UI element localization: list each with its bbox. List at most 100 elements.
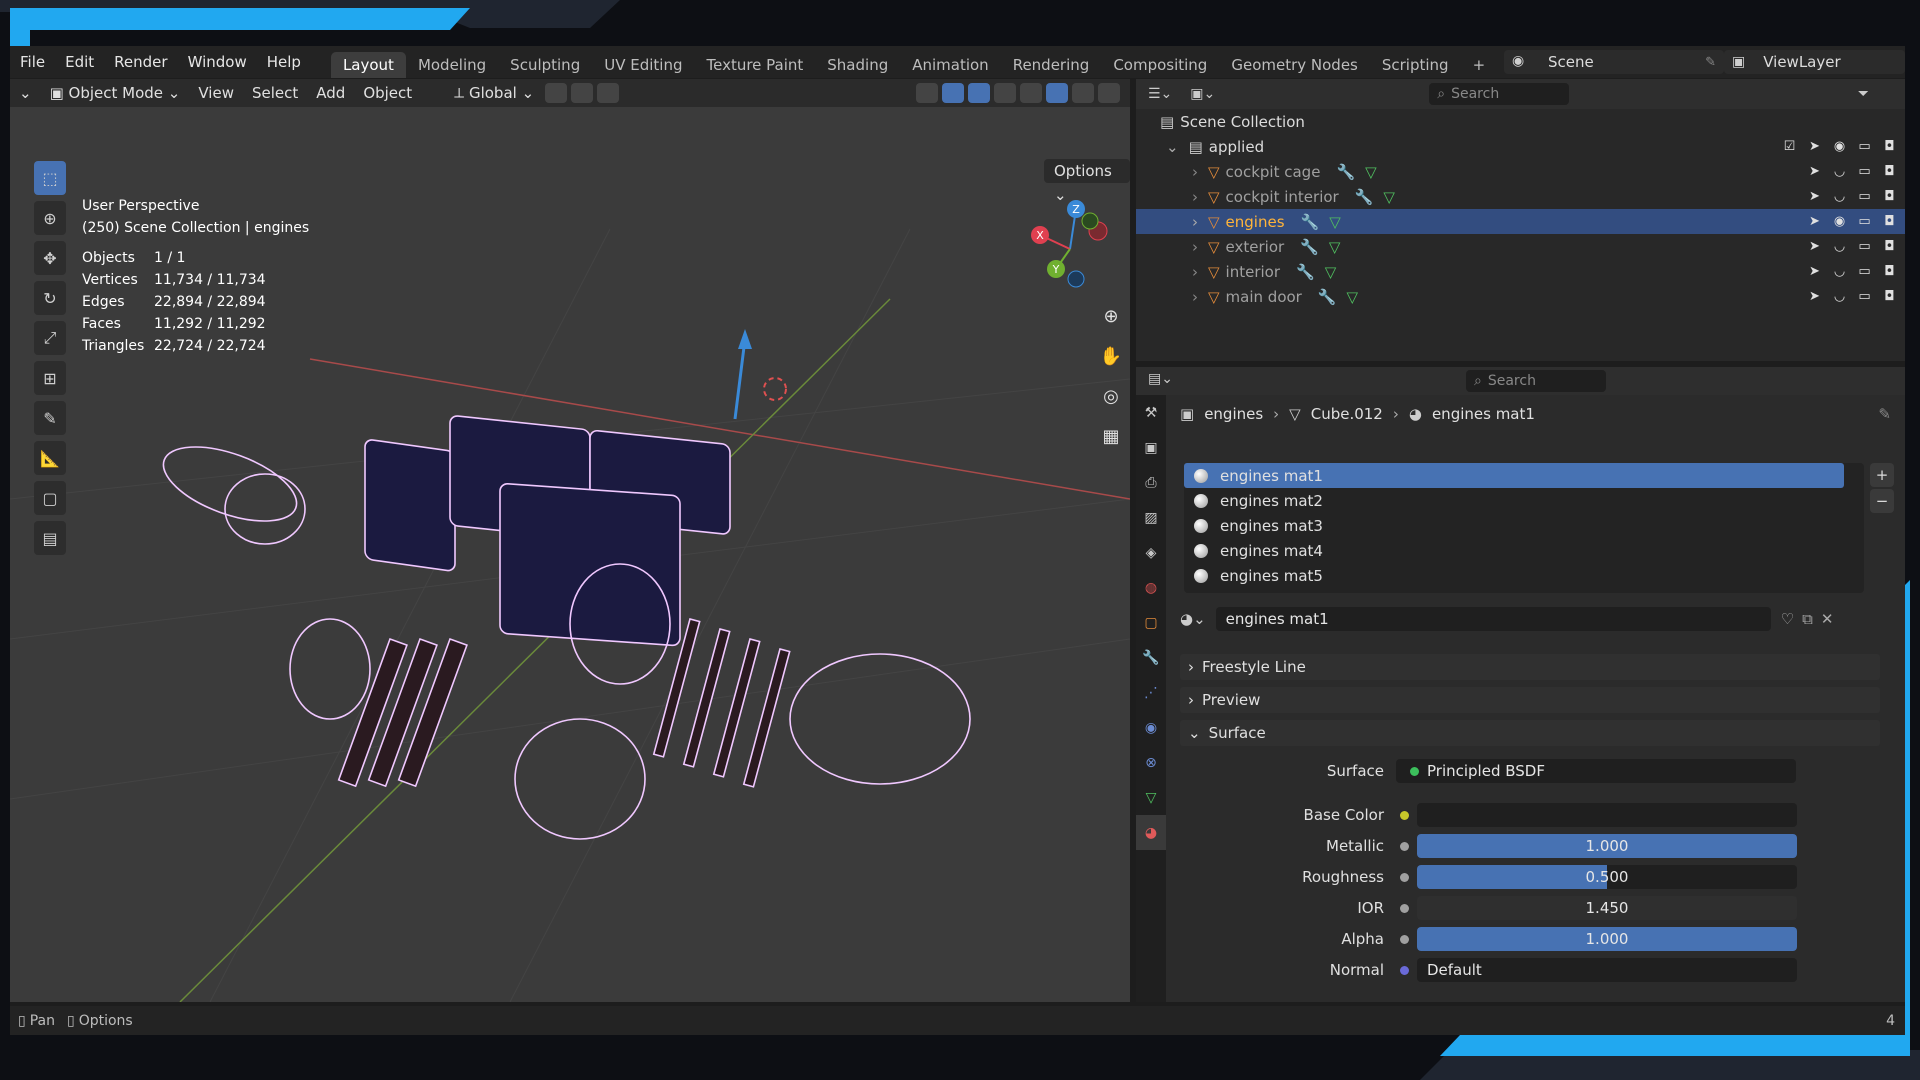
menu-object[interactable]: Object [354, 79, 421, 107]
material-name-field[interactable]: engines mat1 [1215, 607, 1771, 631]
world-tab-icon[interactable]: ◍ [1136, 570, 1166, 605]
mode-selector[interactable]: ▣ Object Mode ⌄ [41, 79, 190, 107]
scene-selector[interactable]: ◉ Scene ✎ [1504, 50, 1724, 74]
checkbox-icon[interactable]: ☑ [1782, 139, 1797, 154]
eye-closed-icon[interactable]: ◡ [1832, 289, 1847, 304]
solid-shading-icon[interactable] [1046, 83, 1068, 103]
render-tab-icon[interactable]: ▣ [1136, 430, 1166, 465]
view-layer-selector[interactable]: ▣ ViewLayer [1724, 50, 1905, 74]
render-camera-icon[interactable]: ◘ [1882, 214, 1897, 229]
particles-tab-icon[interactable]: ⋰ [1136, 675, 1166, 710]
monitor-icon[interactable]: ▭ [1857, 239, 1872, 254]
roughness-slider[interactable]: 0.500 [1417, 865, 1797, 889]
options-button[interactable]: Options ⌄ [1044, 159, 1130, 204]
tab-uv-editing[interactable]: UV Editing [592, 52, 694, 78]
socket-dot[interactable] [1400, 872, 1409, 882]
chevron-right-icon[interactable]: › [1192, 288, 1198, 306]
pivot-icon[interactable] [545, 83, 568, 103]
render-camera-icon[interactable]: ◘ [1882, 164, 1897, 179]
transform-tool-icon[interactable]: ⊞ [34, 361, 66, 395]
editor-type-button[interactable]: ⌄ [10, 79, 41, 107]
ior-field[interactable]: 1.450 [1417, 896, 1797, 920]
pan-hand-icon[interactable]: ✋ [1096, 341, 1126, 371]
gizmo-toggle-icon[interactable] [942, 83, 964, 103]
tab-texture-paint[interactable]: Texture Paint [694, 52, 815, 78]
rotate-tool-icon[interactable]: ↻ [34, 281, 66, 315]
add-workspace-button[interactable]: + [1461, 52, 1498, 78]
close-icon[interactable]: ✕ [1821, 610, 1834, 628]
socket-dot[interactable] [1400, 903, 1409, 913]
monitor-icon[interactable]: ▭ [1857, 214, 1872, 229]
socket-dot[interactable] [1400, 841, 1409, 851]
select-arrow-icon[interactable]: ➤ [1807, 214, 1822, 229]
tab-scripting[interactable]: Scripting [1370, 52, 1461, 78]
monitor-icon[interactable]: ▭ [1857, 164, 1872, 179]
render-camera-icon[interactable]: ◘ [1882, 139, 1897, 154]
chevron-right-icon[interactable]: › [1192, 163, 1198, 181]
panel-freestyle-line[interactable]: › Freestyle Line [1180, 654, 1880, 680]
grid-view-icon[interactable]: ▦ [1096, 421, 1126, 451]
menu-window[interactable]: Window [178, 46, 257, 78]
outliner-row-applied[interactable]: ⌄ ▤ applied ☑ ➤ ◉ ▭ ◘ [1136, 134, 1905, 159]
eye-closed-icon[interactable]: ◡ [1832, 264, 1847, 279]
menu-file[interactable]: File [10, 46, 55, 78]
fake-user-icon[interactable]: ♡ [1781, 610, 1794, 628]
select-box-tool-icon[interactable]: ⬚ [34, 161, 66, 195]
outliner-search-input[interactable]: ⌕ Search [1429, 83, 1570, 105]
filter-icon[interactable]: ⏷ [1858, 86, 1869, 102]
menu-select[interactable]: Select [243, 79, 307, 107]
tab-animation[interactable]: Animation [900, 52, 1000, 78]
pin-icon[interactable]: ✎ [1878, 405, 1891, 423]
normal-input[interactable]: Default [1417, 958, 1797, 982]
socket-dot[interactable] [1400, 810, 1409, 820]
material-slot[interactable]: engines mat5 [1184, 563, 1864, 588]
select-arrow-icon[interactable]: ➤ [1807, 264, 1822, 279]
physics-tab-icon[interactable]: ◉ [1136, 710, 1166, 745]
menu-help[interactable]: Help [257, 46, 311, 78]
material-slot[interactable]: engines mat1 [1184, 463, 1844, 488]
proportional-edit-icon[interactable] [597, 83, 620, 103]
render-camera-icon[interactable]: ◘ [1882, 239, 1897, 254]
annotate-tool-icon[interactable]: ✎ [34, 401, 66, 435]
data-tab-icon[interactable]: ▽ [1136, 780, 1166, 815]
zoom-icon[interactable]: ⊕ [1096, 301, 1126, 331]
outliner-row-exterior[interactable]: › ▽ exterior 🔧 ▽ ➤ ◡ ▭ ◘ [1136, 234, 1905, 259]
outliner-row-cockpit-cage[interactable]: › ▽ cockpit cage 🔧 ▽ ➤ ◡ ▭ ◘ [1136, 159, 1905, 184]
material-slot[interactable]: engines mat3 [1184, 513, 1864, 538]
outliner-row-engines[interactable]: › ▽ engines 🔧 ▽ ➤ ◉ ▭ ◘ [1136, 209, 1905, 234]
socket-dot[interactable] [1400, 934, 1409, 944]
eye-closed-icon[interactable]: ◡ [1832, 239, 1847, 254]
eye-closed-icon[interactable]: ◡ [1832, 164, 1847, 179]
outliner-editor-icon[interactable]: ☰⌄ [1148, 86, 1172, 102]
xray-icon[interactable] [994, 83, 1016, 103]
render-camera-icon[interactable]: ◘ [1882, 189, 1897, 204]
outliner-row-cockpit-interior[interactable]: › ▽ cockpit interior 🔧 ▽ ➤ ◡ ▭ ◘ [1136, 184, 1905, 209]
tab-rendering[interactable]: Rendering [1001, 52, 1102, 78]
material-shading-icon[interactable] [1072, 83, 1094, 103]
chevron-down-icon[interactable]: ⌄ [1166, 138, 1179, 156]
monitor-icon[interactable]: ▭ [1857, 289, 1872, 304]
monitor-icon[interactable]: ▭ [1857, 139, 1872, 154]
measure-tool-icon[interactable]: 📐 [34, 441, 66, 475]
tab-layout[interactable]: Layout [330, 52, 406, 78]
chevron-right-icon[interactable]: › [1192, 188, 1198, 206]
menu-edit[interactable]: Edit [55, 46, 104, 78]
material-browse-icon[interactable]: ◕⌄ [1180, 610, 1206, 628]
cursor-tool-icon[interactable]: ⊕ [34, 201, 66, 235]
object-tab-icon[interactable]: ▢ [1136, 605, 1166, 640]
render-camera-icon[interactable]: ◘ [1882, 289, 1897, 304]
tab-modeling[interactable]: Modeling [406, 52, 498, 78]
monitor-icon[interactable]: ▭ [1857, 189, 1872, 204]
outliner-row-scene-collection[interactable]: ▤ Scene Collection [1136, 109, 1905, 134]
eye-icon[interactable]: ◉ [1832, 139, 1847, 154]
tab-compositing[interactable]: Compositing [1101, 52, 1219, 78]
tab-sculpting[interactable]: Sculpting [498, 52, 592, 78]
chevron-right-icon[interactable]: › [1192, 263, 1198, 281]
wireframe-shading-icon[interactable] [1020, 83, 1042, 103]
camera-icon[interactable]: ◎ [1096, 381, 1126, 411]
outliner-row-interior[interactable]: › ▽ interior 🔧 ▽ ➤ ◡ ▭ ◘ [1136, 259, 1905, 284]
select-arrow-icon[interactable]: ➤ [1807, 289, 1822, 304]
select-arrow-icon[interactable]: ➤ [1807, 189, 1822, 204]
tool-tab-icon[interactable]: ⚒ [1136, 395, 1166, 430]
material-slot[interactable]: engines mat4 [1184, 538, 1864, 563]
